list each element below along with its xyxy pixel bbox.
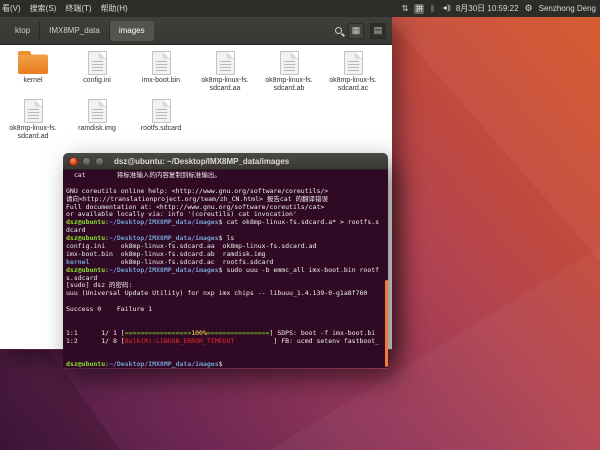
username[interactable]: Senzhong Deng [539,5,596,13]
document-icon [24,96,43,123]
minimize-button[interactable] [82,157,91,166]
file-label: ok8mp-linux-fs.sdcard.aa [201,77,248,92]
terminal-lines: cat 将标准输入的内容复制到标准输出。 GNU coreutils onlin… [66,172,388,368]
clock[interactable]: 8月30日 10:59:22 [456,5,519,13]
terminal-title: dsz@ubuntu: ~/Desktop/IMX8MP_data/images [114,157,289,166]
breadcrumb: ktopIMX8MP_dataimages [6,21,154,41]
menu-item[interactable]: 搜索(S) [30,3,57,14]
bluetooth-icon[interactable]: ᛒ [430,5,435,13]
document-icon [88,48,107,75]
file-grid: kernel config.ini imx-boot.bin ok8mp-linux-… [1,48,391,144]
file-label: ok8mp-linux-fs.sdcard.ab [265,77,312,92]
document-icon [280,48,299,75]
menu-item[interactable]: 看(V) [2,3,21,14]
grid-view-button[interactable]: ▦ [348,23,364,39]
input-method-indicator[interactable]: 拼 [414,4,424,14]
terminal-line [66,346,388,354]
terminal-line: dsz@ubuntu:~/Desktop/IMX8MP_data/images$ [66,361,388,368]
file-item[interactable]: ok8mp-linux-fs.sdcard.ac [321,48,385,92]
menu-item[interactable]: 帮助(H) [101,3,128,14]
file-label: ok8mp-linux-fs.sdcard.ad [9,125,56,140]
breadcrumb-IMX8MP_data[interactable]: IMX8MP_data [40,21,110,41]
file-manager-tools: ▦ ▤ [335,23,386,39]
gear-icon[interactable]: ⚙ [525,4,533,13]
menu-item[interactable]: 终端(T) [65,3,91,14]
terminal-scrollbar[interactable] [385,280,388,367]
breadcrumb-images[interactable]: images [110,21,154,41]
file-item[interactable]: ok8mp-linux-fs.sdcard.ad [1,96,65,140]
file-item[interactable]: kernel [1,48,65,92]
file-label: ok8mp-linux-fs.sdcard.ac [329,77,376,92]
file-label: ramdisk.img [78,125,116,133]
indicator-area: ⇅ 拼 ᛒ ◄)) 8月30日 10:59:22 ⚙ Senzhong Deng [402,4,600,14]
terminal-line: Success 0 Failure 1 [66,306,388,314]
breadcrumb-ktop[interactable]: ktop [6,21,40,41]
file-label: imx-boot.bin [142,77,180,85]
document-icon [88,96,107,123]
terminal-line: uuu (Universal Update Utility) for nxp i… [66,290,388,298]
file-item[interactable]: imx-boot.bin [129,48,193,92]
file-item[interactable]: ok8mp-linux-fs.sdcard.aa [193,48,257,92]
file-item[interactable]: ramdisk.img [65,96,129,140]
terminal-line: dsz@ubuntu:~/Desktop/IMX8MP_data/images$… [66,219,388,227]
terminal-window: dsz@ubuntu: ~/Desktop/IMX8MP_data/images… [63,153,388,369]
folder-icon [18,48,48,75]
file-item[interactable]: ok8mp-linux-fs.sdcard.ab [257,48,321,92]
terminal-line: 1:2 1/ 8 [Bulk(R):LIBUSB_ERROR_TIMEOUT ]… [66,338,388,346]
menu-bar: 看(V) 搜索(S) 终端(T) 帮助(H) [0,3,128,14]
file-label: config.ini [83,77,111,85]
terminal-line [66,314,388,322]
search-icon[interactable] [335,27,342,34]
network-updown-icon[interactable]: ⇅ [402,5,409,13]
terminal-line: dsz@ubuntu:~/Desktop/IMX8MP_data/images$… [66,267,388,275]
list-view-button[interactable]: ▤ [370,23,386,39]
terminal-line: cat 将标准输入的内容复制到标准输出。 [66,172,388,180]
document-icon [216,48,235,75]
terminal-output[interactable]: cat 将标准输入的内容复制到标准输出。 GNU coreutils onlin… [63,170,388,368]
file-item[interactable]: rootfs.sdcard [129,96,193,140]
document-icon [152,96,171,123]
document-icon [152,48,171,75]
top-panel: 看(V) 搜索(S) 终端(T) 帮助(H) ⇅ 拼 ᛒ ◄)) 8月30日 10:5… [0,0,600,17]
file-manager-headerbar: ktopIMX8MP_dataimages ▦ ▤ [0,17,392,45]
maximize-button[interactable] [95,157,104,166]
file-label: kernel [23,77,42,85]
file-item[interactable]: config.ini [65,48,129,92]
file-label: rootfs.sdcard [141,125,181,133]
document-icon [344,48,363,75]
volume-icon[interactable]: ◄)) [441,5,450,12]
close-button[interactable] [69,157,78,166]
terminal-titlebar[interactable]: dsz@ubuntu: ~/Desktop/IMX8MP_data/images [63,153,388,170]
